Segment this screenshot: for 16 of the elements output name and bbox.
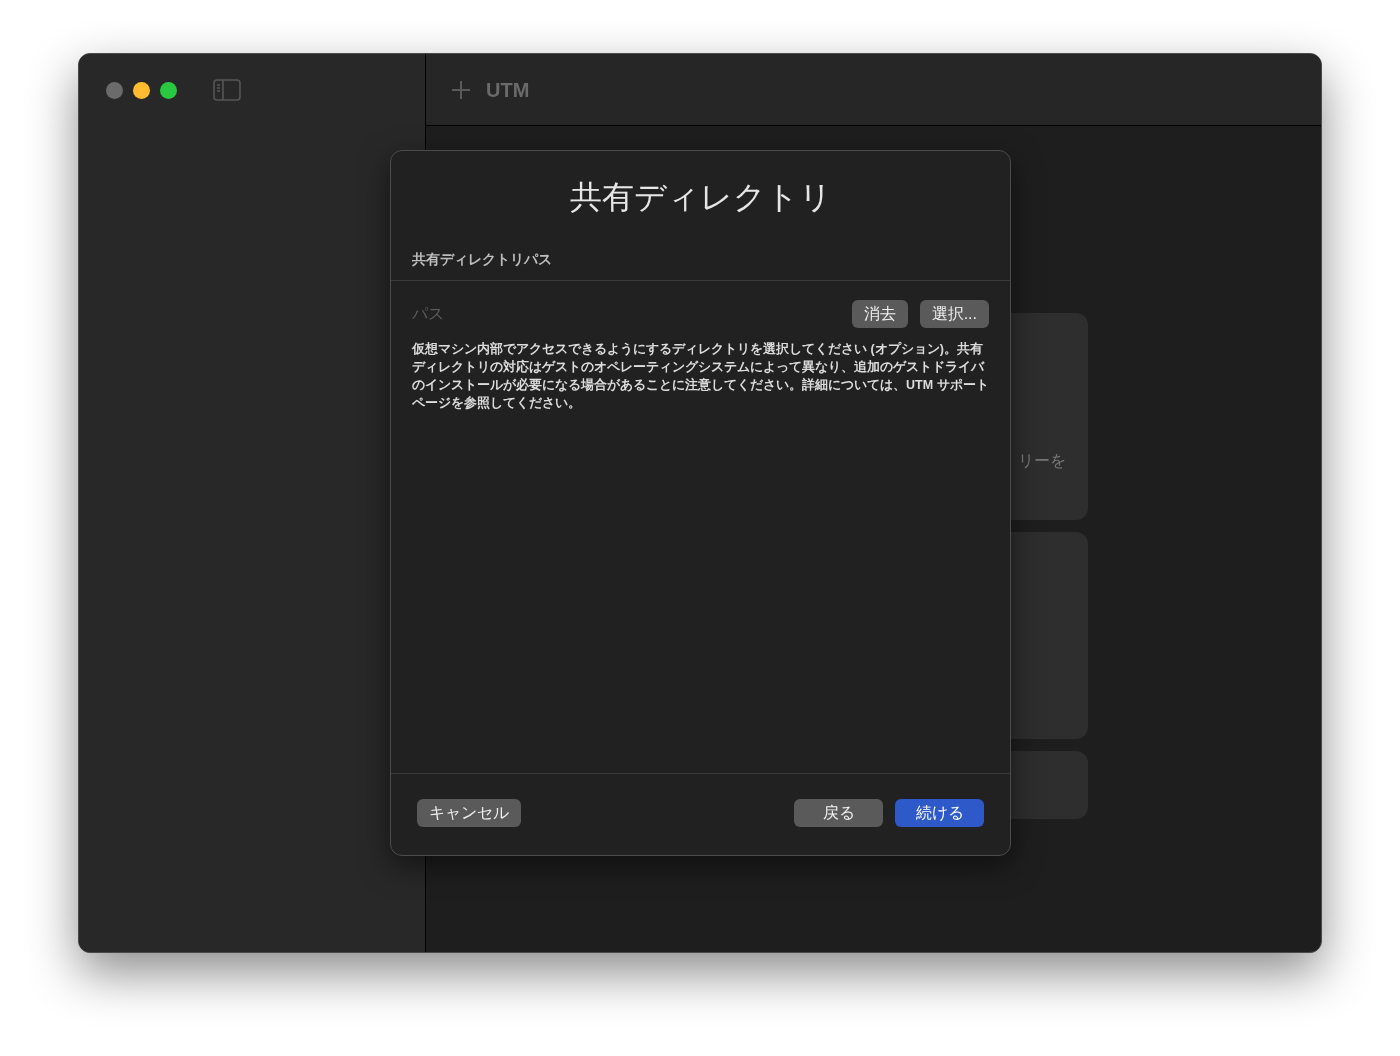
description-text: 仮想マシン内部でアクセスできるようにするディレクトリを選択してください (オプション)。共有ディレクトリの対応はゲストのオペレーティングシステムによって異なり、追加のゲストドライバのインストールが必要になる場合があることに注意してください。詳細については、UTM サポートページを参照してください。: [410, 341, 990, 412]
window-title: UTM: [486, 77, 530, 103]
back-button[interactable]: 戻る: [794, 798, 883, 827]
sidebar-toggle-icon[interactable]: [213, 79, 241, 101]
clear-button[interactable]: 消去: [851, 300, 908, 328]
dialog-title: 共有ディレクトリ: [568, 178, 833, 217]
continue-button[interactable]: 続ける: [895, 798, 984, 827]
add-icon[interactable]: [450, 78, 472, 101]
minimize-button[interactable]: [133, 81, 150, 99]
section-header: 共有ディレクトリパス: [391, 249, 1010, 281]
field-label: パス: [412, 304, 444, 324]
zoom-button[interactable]: [160, 81, 177, 99]
cancel-button[interactable]: キャンセル: [417, 798, 521, 827]
card-label: リーを: [1018, 451, 1066, 471]
choose-button[interactable]: 選択...: [919, 300, 989, 328]
close-button[interactable]: [106, 81, 123, 99]
